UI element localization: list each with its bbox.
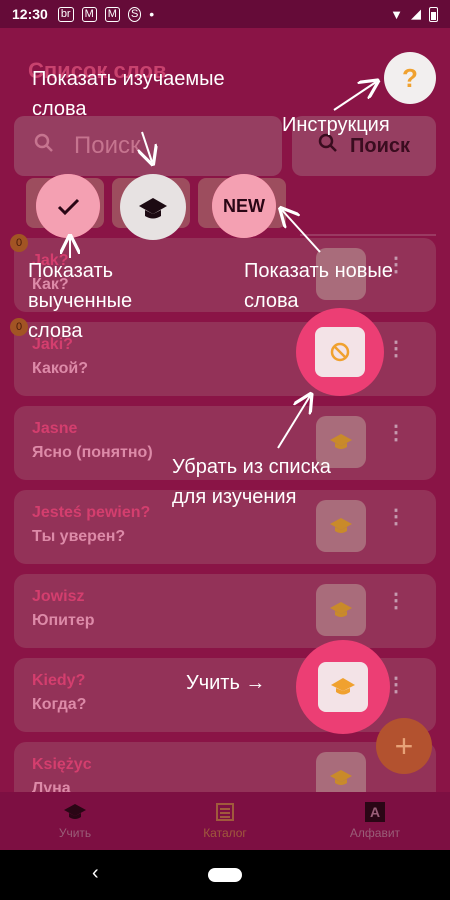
sync-icon: S [127,6,142,22]
hint-line: Показать изучаемые [32,68,225,90]
bottom-nav: Учить Каталог A Алфавит [0,792,450,850]
signal-icon: ◢ [411,6,421,21]
hint-line: для изучения [172,486,297,508]
graduation-cap-icon [64,804,86,819]
word-card[interactable]: Jowisz Юпитер ⋮ [14,574,436,648]
badge-counter: 0 [10,234,28,252]
notification-icon-br: br [57,6,74,22]
catalog-icon [216,803,234,821]
hint-line: Показать [28,260,114,282]
home-pill[interactable] [208,868,242,882]
divider [300,234,436,236]
search-placeholder: Поиск [74,132,141,159]
remove-from-learning-button[interactable] [315,327,365,377]
word-text: Jowisz [32,588,85,605]
word-translation: Какой? [32,360,89,377]
word-text: Księżyc [32,756,92,773]
back-icon[interactable]: ‹ [92,862,99,885]
dot-icon: • [149,6,155,22]
search-icon [34,133,54,159]
check-icon [57,198,80,216]
learn-button-highlight[interactable] [318,662,368,712]
nav-item-learn[interactable]: Учить [0,792,150,850]
hint-show-new: Показать новые слова [244,256,393,316]
word-text: Jasne [32,420,78,437]
status-time: 12:30 [12,6,48,22]
hint-instruction: Инструкция [282,114,390,136]
hint-learn: Учить → [186,672,266,694]
nav-item-alphabet[interactable]: A Алфавит [300,792,450,850]
badge-counter: 0 [10,318,28,336]
word-translation: Юпитер [32,612,95,629]
graduation-cap-icon [331,678,355,695]
hint-line: слова [28,320,83,342]
alphabet-icon: A [365,802,385,822]
spotlight-learn[interactable] [296,640,390,734]
spotlight-new[interactable]: NEW [212,174,276,238]
spotlight-remove[interactable] [296,308,384,396]
gmail-icon: M [81,6,97,22]
word-text: Jesteś pewien? [32,504,151,521]
hint-line: выученные [28,290,133,312]
learn-button[interactable] [316,584,366,636]
graduation-cap-icon [330,770,352,785]
hint-show-learned: Показать выученные слова [28,256,132,346]
nav-label: Алфавит [349,826,401,840]
nav-label: Каталог [203,826,247,840]
status-bar: 12:30 br M M S • ▼ ◢ [0,0,450,28]
hint-remove: Убрать из списка для изучения [172,452,331,512]
more-vert-icon[interactable]: ⋮ [386,507,406,527]
spotlight-learning[interactable] [120,174,186,240]
gmail-icon: M [104,6,120,22]
word-text: Kiedy? [32,672,86,689]
graduation-cap-icon [330,602,352,617]
search-input[interactable]: Поиск [14,116,282,176]
more-vert-icon[interactable]: ⋮ [386,339,406,359]
graduation-cap-icon [330,434,352,449]
add-word-button[interactable]: + [376,718,432,774]
hint-line: Убрать из списка [172,456,331,478]
wifi-icon: ▼ [390,6,403,22]
hint-line: слова [244,290,299,312]
new-label: NEW [223,195,265,216]
word-translation: Ты уверен? [32,528,126,545]
hint-line: Показать новые [244,260,393,282]
graduation-cap-icon [330,518,352,533]
nav-label: Учить [58,826,92,840]
hint-line: слова [32,98,87,120]
word-translation: Ясно (понятно) [32,444,153,461]
more-vert-icon[interactable]: ⋮ [386,423,406,443]
status-right: ▼ ◢ [390,6,438,22]
help-button[interactable]: ? [384,52,436,104]
block-icon [330,342,350,362]
battery-icon [429,6,438,22]
nav-item-catalog[interactable]: Каталог [150,792,300,850]
hint-show-learning: Показать изучаемые слова [32,64,225,124]
app-screen: Список слов Поиск Поиск Jak? Как? ⋮ 0 Ja… [0,28,450,850]
graduation-cap-icon [139,198,167,219]
spotlight-learned[interactable] [36,174,100,238]
word-translation: Когда? [32,696,87,713]
more-vert-icon[interactable]: ⋮ [386,591,406,611]
